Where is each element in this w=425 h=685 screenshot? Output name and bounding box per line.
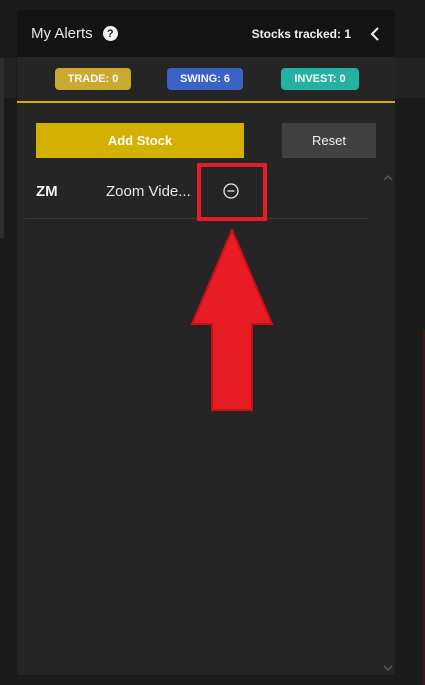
list-scrollbar[interactable]: [381, 170, 395, 672]
red-up-arrow: [190, 227, 274, 412]
stock-ticker: ZM: [36, 183, 58, 200]
stocks-tracked-label: Stocks tracked: 1: [251, 26, 351, 41]
strategy-filters: TRADE: 0 SWING: 6 INVEST: 0: [17, 57, 395, 103]
scroll-up-icon[interactable]: [381, 170, 395, 181]
trade-filter-badge[interactable]: TRADE: 0: [55, 68, 131, 90]
reset-button[interactable]: Reset: [282, 123, 376, 158]
invest-filter-badge[interactable]: INVEST: 0: [281, 68, 359, 90]
panel-header: My Alerts ? Stocks tracked: 1: [17, 10, 395, 57]
background-left-panel: [0, 58, 4, 238]
highlight-box: [197, 163, 267, 221]
action-buttons: Add Stock Reset: [17, 103, 395, 163]
add-stock-button[interactable]: Add Stock: [36, 123, 244, 158]
stock-company-name: Zoom Vide...: [106, 183, 191, 200]
panel-title: My Alerts: [31, 25, 93, 42]
scroll-down-icon[interactable]: [381, 660, 395, 672]
swing-filter-badge[interactable]: SWING: 6: [167, 68, 243, 90]
chevron-left-icon[interactable]: [367, 26, 383, 42]
question-circle-icon[interactable]: ?: [102, 26, 118, 41]
page: My Alerts ? Stocks tracked: 1 TRADE: 0 S…: [0, 0, 425, 685]
background-right-strip: [395, 58, 425, 98]
